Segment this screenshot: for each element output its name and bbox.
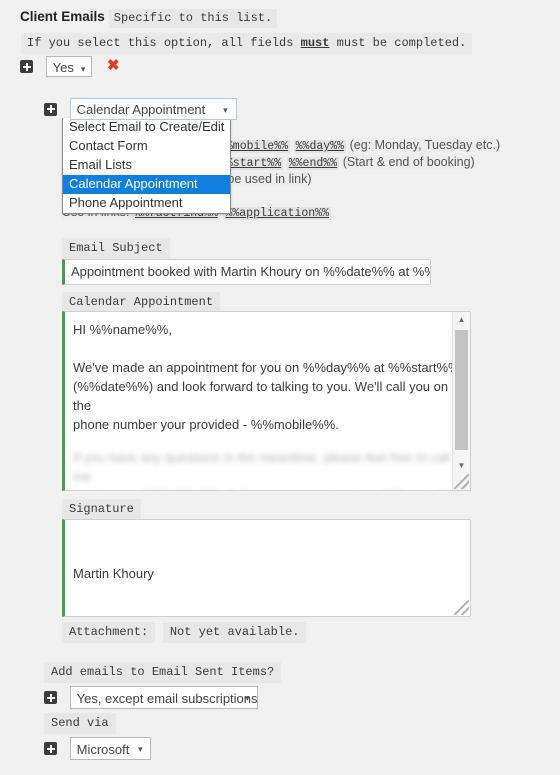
notice-text-after: must be completed. — [329, 36, 467, 50]
add-icon[interactable] — [44, 102, 57, 116]
notice-text-before: If you select this option, all fields — [27, 36, 301, 50]
sent-items-select[interactable]: Yes, except email subscriptions ▾ — [69, 686, 258, 709]
attachment-row: Attachment: Not yet available. — [62, 622, 307, 643]
textarea-scrollbar[interactable]: ▲ ▼ — [452, 312, 470, 490]
chevron-down-icon: ▾ — [223, 105, 228, 115]
add-icon[interactable] — [20, 60, 33, 73]
page-title: Client Emails — [20, 9, 105, 24]
merge-tag: %%application%% — [223, 207, 331, 220]
signature-line: Martin Khoury — [73, 566, 154, 581]
email-body-redacted-text: If you have any questions in the meantim… — [73, 450, 457, 490]
remove-icon[interactable]: ✖ — [107, 58, 120, 73]
scroll-down-icon[interactable]: ▼ — [453, 458, 470, 473]
merge-help-line-1: %%mobile%% %%day%% (eg: Monday, Tuesday … — [217, 136, 501, 153]
add-icon[interactable] — [44, 742, 57, 755]
merge-help-text: (eg: Monday, Tuesday etc.) — [349, 138, 501, 152]
email-type-row: Calendar Appointment ▾ — [44, 98, 237, 120]
sent-items-label: Add emails to Email Sent Items? — [44, 662, 282, 683]
email-type-select[interactable]: Calendar Appointment ▾ — [69, 98, 237, 120]
email-type-select-value: Calendar Appointment — [76, 102, 206, 117]
scrollbar-thumb[interactable] — [455, 330, 468, 450]
send-via-select[interactable]: Microsoft ▾ — [69, 737, 151, 760]
chevron-down-icon: ▾ — [138, 744, 143, 754]
send-via-row: Microsoft ▾ — [44, 737, 151, 760]
merge-help-text: (Start & end of booking) — [342, 155, 475, 169]
merge-help-line-2: %%start%% %%end%% (Start & end of bookin… — [217, 153, 500, 170]
signature-textarea[interactable]: Martin Khoury BeliefMedia Pty Limited ht… — [62, 519, 471, 617]
attachment-value: Not yet available. — [162, 622, 307, 643]
dropdown-option[interactable]: Phone Appointment — [63, 194, 230, 213]
merge-tag: %%end%% — [286, 157, 340, 170]
email-subject-input[interactable]: Appointment booked with Martin Khoury on… — [62, 259, 431, 285]
sent-items-row: Yes, except email subscriptions ▾ — [44, 686, 258, 709]
attachment-label: Attachment: — [62, 622, 156, 643]
email-body-textarea[interactable]: HI %%name%%, We've made an appointment f… — [62, 311, 471, 491]
signature-label: Signature — [62, 499, 141, 520]
dropdown-option-selected[interactable]: Calendar Appointment — [63, 175, 230, 194]
notice-emphasis: must — [300, 36, 330, 50]
enable-select[interactable]: Yes ▾ — [45, 56, 93, 77]
dropdown-option[interactable]: Contact Form — [63, 137, 230, 156]
merge-help-text: d be used in link) — [217, 172, 312, 186]
send-via-label: Send via — [44, 713, 116, 734]
email-body-text: HI %%name%%, We've made an appointment f… — [73, 322, 460, 432]
enable-select-value: Yes — [52, 60, 74, 75]
scroll-up-icon[interactable]: ▲ — [453, 312, 470, 327]
dropdown-option[interactable]: Email Lists — [63, 156, 230, 175]
email-subject-label: Email Subject — [62, 238, 170, 259]
email-subject-value: Appointment booked with Martin Khoury on… — [71, 264, 431, 279]
merge-tag: %%day%% — [293, 140, 346, 153]
sent-items-select-value: Yes, except email subscriptions — [76, 691, 258, 706]
resize-grip[interactable] — [454, 600, 469, 615]
client-emails-panel: Client Emails Specific to this list. If y… — [0, 0, 560, 775]
send-via-select-value: Microsoft — [76, 742, 130, 757]
signature-text: Martin Khoury BeliefMedia Pty Limited ht… — [65, 520, 470, 616]
requirement-notice: If you select this option, all fields mu… — [21, 33, 473, 54]
email-body-label: Calendar Appointment — [62, 292, 221, 313]
page-header: Client Emails Specific to this list. — [20, 9, 278, 28]
email-type-dropdown-list[interactable]: Select Email to Create/Edit Contact Form… — [62, 118, 231, 214]
resize-grip[interactable] — [454, 474, 469, 489]
chevron-down-icon: ▾ — [80, 64, 86, 74]
page-subtitle: Specific to this list. — [108, 9, 278, 28]
chevron-down-icon: ▾ — [245, 693, 250, 703]
enable-row: Yes ▾ ✖ — [20, 56, 120, 77]
merge-help-line-3: d be used in link) — [217, 170, 500, 187]
add-icon[interactable] — [44, 691, 57, 704]
